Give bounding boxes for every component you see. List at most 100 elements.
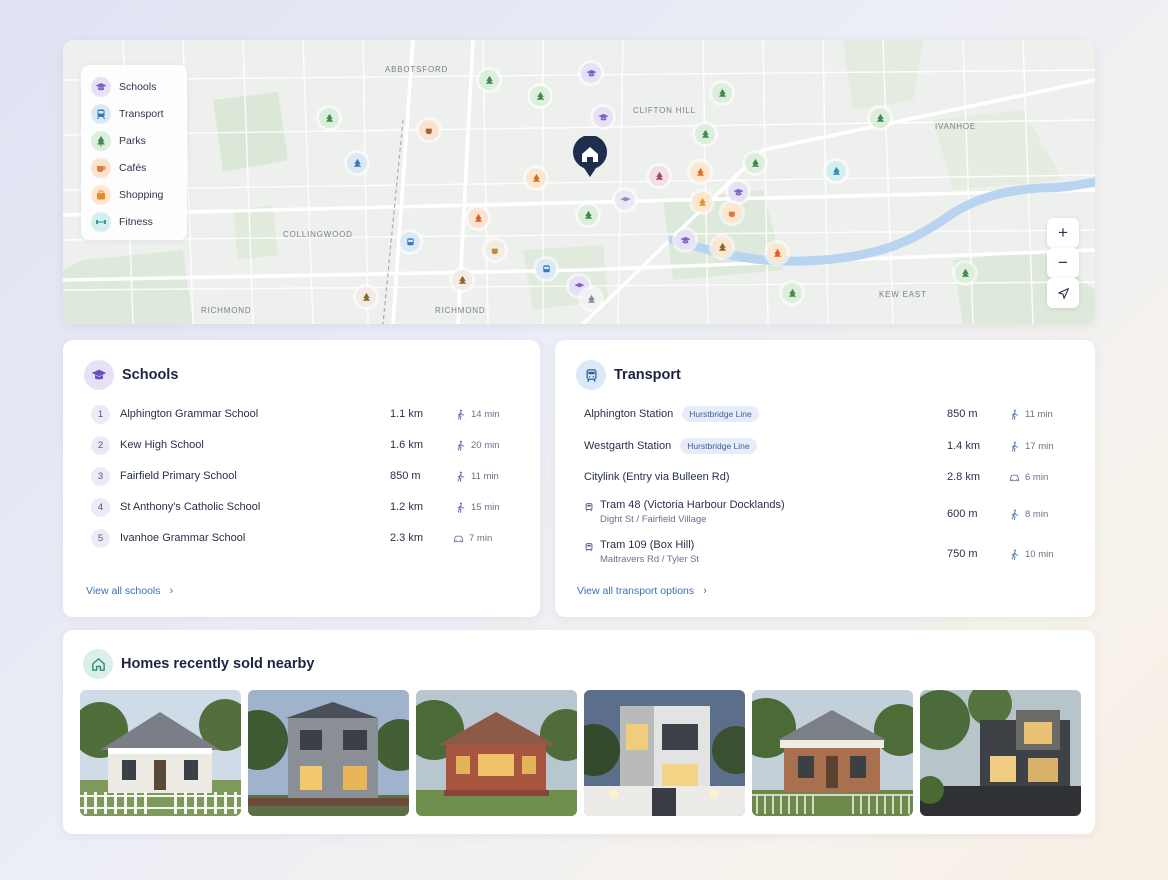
school-marker[interactable] bbox=[593, 107, 613, 127]
park-marker[interactable] bbox=[578, 205, 598, 225]
school-row[interactable]: 2 Kew High School 1.6 km 20 min bbox=[63, 434, 540, 456]
transport-name: Citylink (Entry via Bulleen Rd) bbox=[584, 471, 730, 483]
transport-row[interactable]: Citylink (Entry via Bulleen Rd) 2.8 km 6… bbox=[555, 466, 1095, 488]
transport-row[interactable]: Tram 48 (Victoria Harbour Docklands) Dig… bbox=[555, 497, 1095, 531]
line-tag: Hurstbridge Line bbox=[682, 406, 759, 422]
shopping-marker[interactable] bbox=[468, 208, 488, 228]
travel-time: 15 min bbox=[471, 501, 500, 513]
transport-name: Alphington Station bbox=[584, 408, 674, 420]
shopping-marker[interactable] bbox=[767, 243, 787, 263]
tree-icon bbox=[832, 166, 840, 175]
train-icon bbox=[406, 237, 414, 245]
park-marker[interactable] bbox=[826, 161, 846, 181]
school-marker[interactable] bbox=[728, 182, 748, 202]
school-name: Fairfield Primary School bbox=[120, 470, 237, 482]
tree-icon bbox=[751, 158, 759, 167]
park-marker[interactable] bbox=[581, 289, 601, 309]
train-icon bbox=[91, 103, 111, 124]
tree-icon bbox=[587, 294, 595, 303]
map-legend: Schools Transport Parks Cafés Shopping F… bbox=[81, 65, 187, 240]
cafe-marker[interactable] bbox=[485, 240, 505, 260]
transport-row[interactable]: Alphington Station Hurstbridge Line 850 … bbox=[555, 403, 1095, 425]
legend-label: Fitness bbox=[119, 215, 153, 228]
cafe-marker[interactable] bbox=[722, 203, 742, 223]
shopping-marker[interactable] bbox=[692, 192, 712, 212]
park-marker[interactable] bbox=[745, 153, 765, 173]
homes-sold-card: Homes recently sold nearby bbox=[63, 630, 1095, 834]
train-icon bbox=[576, 360, 606, 390]
sold-home-photo[interactable] bbox=[920, 690, 1081, 816]
walk-icon bbox=[457, 502, 465, 513]
park-marker[interactable] bbox=[782, 283, 802, 303]
park-marker[interactable] bbox=[319, 108, 339, 128]
legend-item-fitness[interactable]: Fitness bbox=[91, 208, 187, 235]
graduation-cap-icon bbox=[679, 236, 691, 243]
legend-label: Cafés bbox=[119, 161, 147, 174]
cafe-marker[interactable] bbox=[419, 120, 439, 140]
transport-marker[interactable] bbox=[400, 232, 420, 252]
shopping-marker[interactable] bbox=[526, 168, 546, 188]
legend-item-shopping[interactable]: Shopping bbox=[91, 181, 187, 208]
neighbourhood-map[interactable]: ABBOTSFORD CLIFTON HILL RICHMOND IVANHOE… bbox=[63, 40, 1095, 324]
travel-time: 20 min bbox=[471, 439, 500, 451]
modern-two-storey-image bbox=[248, 690, 409, 816]
transport-marker[interactable] bbox=[536, 259, 556, 279]
park-marker[interactable] bbox=[479, 70, 499, 90]
school-row[interactable]: 3 Fairfield Primary School 850 m 11 min bbox=[63, 465, 540, 487]
school-row[interactable]: 4 St Anthony's Catholic School 1.2 km 15… bbox=[63, 496, 540, 518]
legend-item-schools[interactable]: Schools bbox=[91, 73, 187, 100]
sold-home-photo[interactable] bbox=[80, 690, 241, 816]
sold-home-photo[interactable] bbox=[416, 690, 577, 816]
legend-item-parks[interactable]: Parks bbox=[91, 127, 187, 154]
park-marker[interactable] bbox=[695, 124, 715, 144]
zoom-in-button[interactable]: + bbox=[1047, 218, 1079, 248]
zoom-out-button[interactable]: − bbox=[1047, 248, 1079, 278]
tree-icon bbox=[701, 129, 709, 138]
transport-row[interactable]: Tram 109 (Box Hill) Maltravers Rd / Tyle… bbox=[555, 537, 1095, 571]
legend-item-cafes[interactable]: Cafés bbox=[91, 154, 187, 181]
locate-button[interactable] bbox=[1047, 278, 1079, 308]
card-title: Homes recently sold nearby bbox=[121, 656, 315, 672]
transport-row[interactable]: Westgarth Station Hurstbridge Line 1.4 k… bbox=[555, 435, 1095, 457]
park-marker[interactable] bbox=[347, 153, 367, 173]
legend-item-transport[interactable]: Transport bbox=[91, 100, 187, 127]
graduation-cap-icon bbox=[573, 282, 585, 287]
property-home-pin[interactable] bbox=[572, 135, 608, 178]
tram-icon bbox=[584, 542, 594, 555]
park-marker[interactable] bbox=[870, 108, 890, 128]
graduation-cap-icon bbox=[732, 188, 744, 195]
shopping-bag-icon bbox=[91, 184, 111, 205]
park-marker[interactable] bbox=[712, 237, 732, 257]
tree-icon bbox=[353, 158, 361, 167]
shopping-marker[interactable] bbox=[690, 162, 710, 182]
park-marker[interactable] bbox=[356, 287, 376, 307]
school-marker[interactable] bbox=[581, 63, 601, 83]
park-marker[interactable] bbox=[452, 270, 472, 290]
link-label: View all schools bbox=[86, 585, 161, 597]
sold-home-photo[interactable] bbox=[248, 690, 409, 816]
sold-home-photo[interactable] bbox=[752, 690, 913, 816]
school-marker[interactable] bbox=[615, 190, 635, 210]
view-all-transport-link[interactable]: View all transport options › bbox=[577, 585, 707, 597]
tree-icon bbox=[718, 88, 726, 97]
travel-time: 11 min bbox=[471, 470, 499, 482]
park-marker[interactable] bbox=[712, 83, 732, 103]
travel-time: 11 min bbox=[1025, 408, 1053, 420]
distance: 850 m bbox=[947, 408, 978, 420]
card-title: Schools bbox=[122, 367, 179, 383]
school-marker[interactable] bbox=[675, 230, 695, 250]
travel-time: 10 min bbox=[1025, 548, 1054, 560]
school-marker[interactable] bbox=[649, 166, 669, 186]
home-icon bbox=[573, 135, 607, 177]
park-marker[interactable] bbox=[955, 263, 975, 283]
area-label: ABBOTSFORD bbox=[385, 65, 449, 74]
rank-badge: 1 bbox=[91, 404, 110, 424]
park-marker[interactable] bbox=[530, 86, 550, 106]
distance: 850 m bbox=[390, 470, 421, 482]
rank-badge: 4 bbox=[91, 497, 110, 517]
chevron-right-icon: › bbox=[703, 585, 707, 597]
school-row[interactable]: 1 Alphington Grammar School 1.1 km 14 mi… bbox=[63, 403, 540, 425]
sold-home-photo[interactable] bbox=[584, 690, 745, 816]
view-all-schools-link[interactable]: View all schools › bbox=[86, 585, 173, 597]
school-row[interactable]: 5 Ivanhoe Grammar School 2.3 km 7 min bbox=[63, 527, 540, 549]
